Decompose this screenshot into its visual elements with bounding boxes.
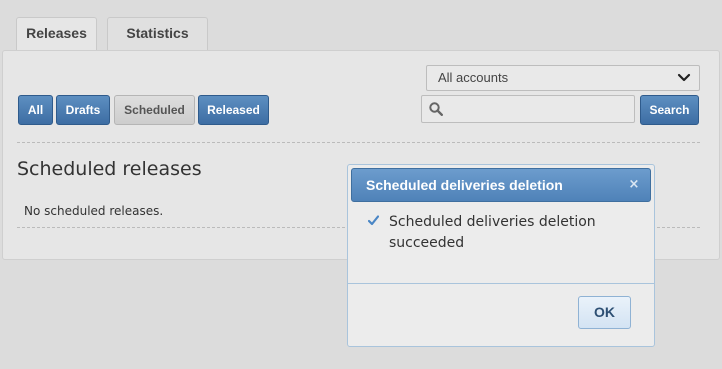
section-title: Scheduled releases (17, 158, 202, 180)
dialog-message: Scheduled deliveries deletion succeeded (389, 214, 596, 251)
tab-statistics[interactable]: Statistics (107, 17, 208, 50)
filter-scheduled-button[interactable]: Scheduled (114, 95, 195, 125)
accounts-select-value: All accounts (438, 70, 509, 85)
close-icon[interactable]: × (628, 177, 640, 193)
dialog-title: Scheduled deliveries deletion (366, 177, 563, 193)
tab-releases[interactable]: Releases (16, 17, 97, 51)
search-box (421, 95, 635, 123)
chevron-down-icon (677, 73, 691, 82)
filter-released-button[interactable]: Released (198, 95, 269, 125)
filter-drafts-button[interactable]: Drafts (56, 95, 110, 125)
dialog-divider (348, 283, 654, 284)
search-input[interactable] (448, 98, 634, 122)
divider (17, 142, 700, 143)
ok-button[interactable]: OK (578, 296, 631, 329)
check-icon (368, 215, 379, 226)
deletion-dialog: Scheduled deliveries deletion × Schedule… (347, 164, 655, 347)
dialog-header: Scheduled deliveries deletion × (351, 168, 651, 202)
filter-all-button[interactable]: All (18, 95, 53, 125)
search-button[interactable]: Search (640, 95, 699, 125)
empty-message: No scheduled releases. (24, 204, 164, 218)
search-icon (429, 102, 443, 116)
accounts-select[interactable]: All accounts (426, 65, 700, 91)
